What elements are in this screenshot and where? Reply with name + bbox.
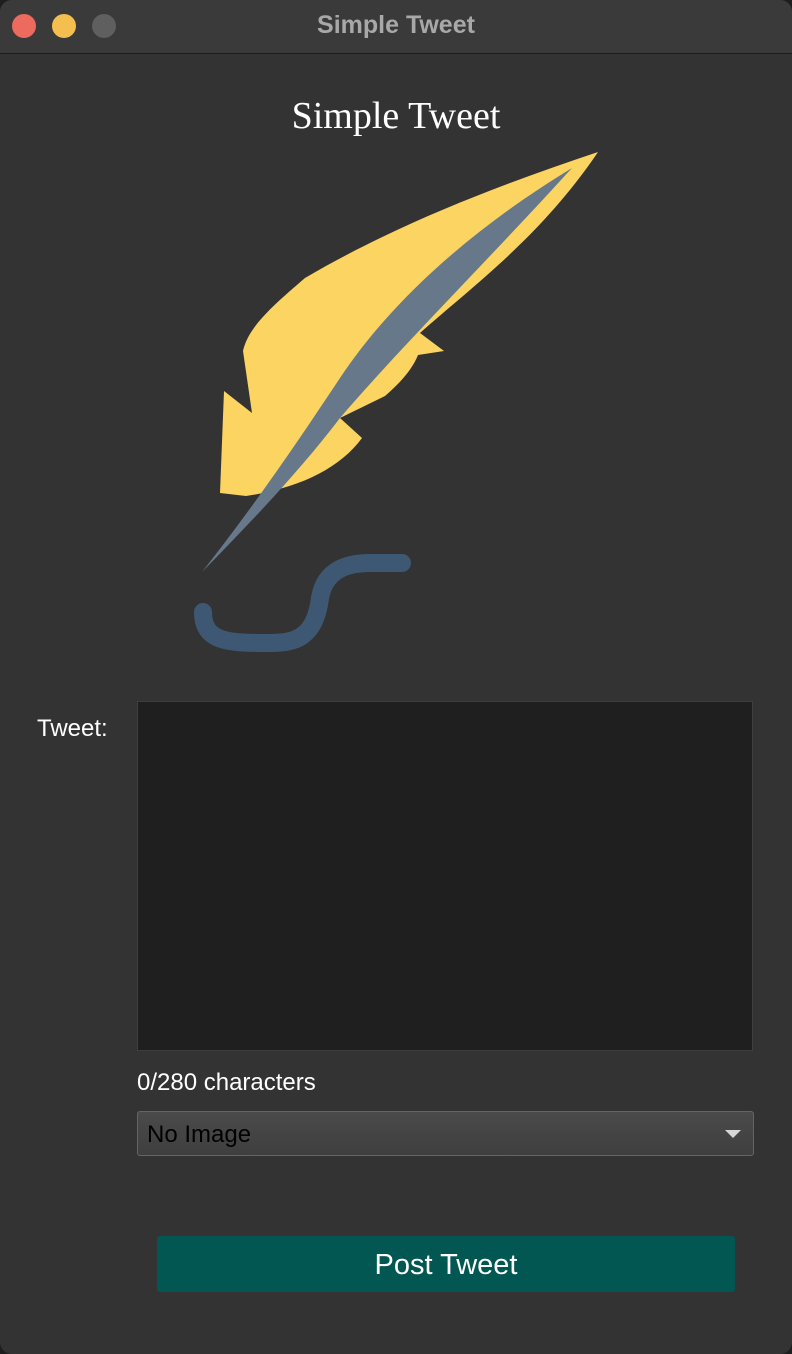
tweet-label: Tweet: bbox=[37, 715, 108, 742]
chevron-down-icon bbox=[725, 1130, 741, 1138]
image-select[interactable]: No Image bbox=[137, 1111, 754, 1156]
app-heading: Simple Tweet bbox=[291, 95, 501, 137]
window-title: Simple Tweet bbox=[317, 11, 475, 39]
post-tweet-button[interactable]: Post Tweet bbox=[157, 1236, 735, 1292]
image-select-value: No Image bbox=[147, 1121, 252, 1148]
feather-quill-icon bbox=[194, 152, 598, 653]
ink-swirl-shape bbox=[194, 554, 411, 653]
title-bar: Simple Tweet bbox=[0, 0, 792, 54]
character-count: 0/280 characters bbox=[137, 1069, 316, 1096]
app-window: Simple Tweet Simple Tweet Tweet: 0/280 c… bbox=[0, 0, 792, 1354]
tweet-input[interactable] bbox=[137, 701, 753, 1051]
